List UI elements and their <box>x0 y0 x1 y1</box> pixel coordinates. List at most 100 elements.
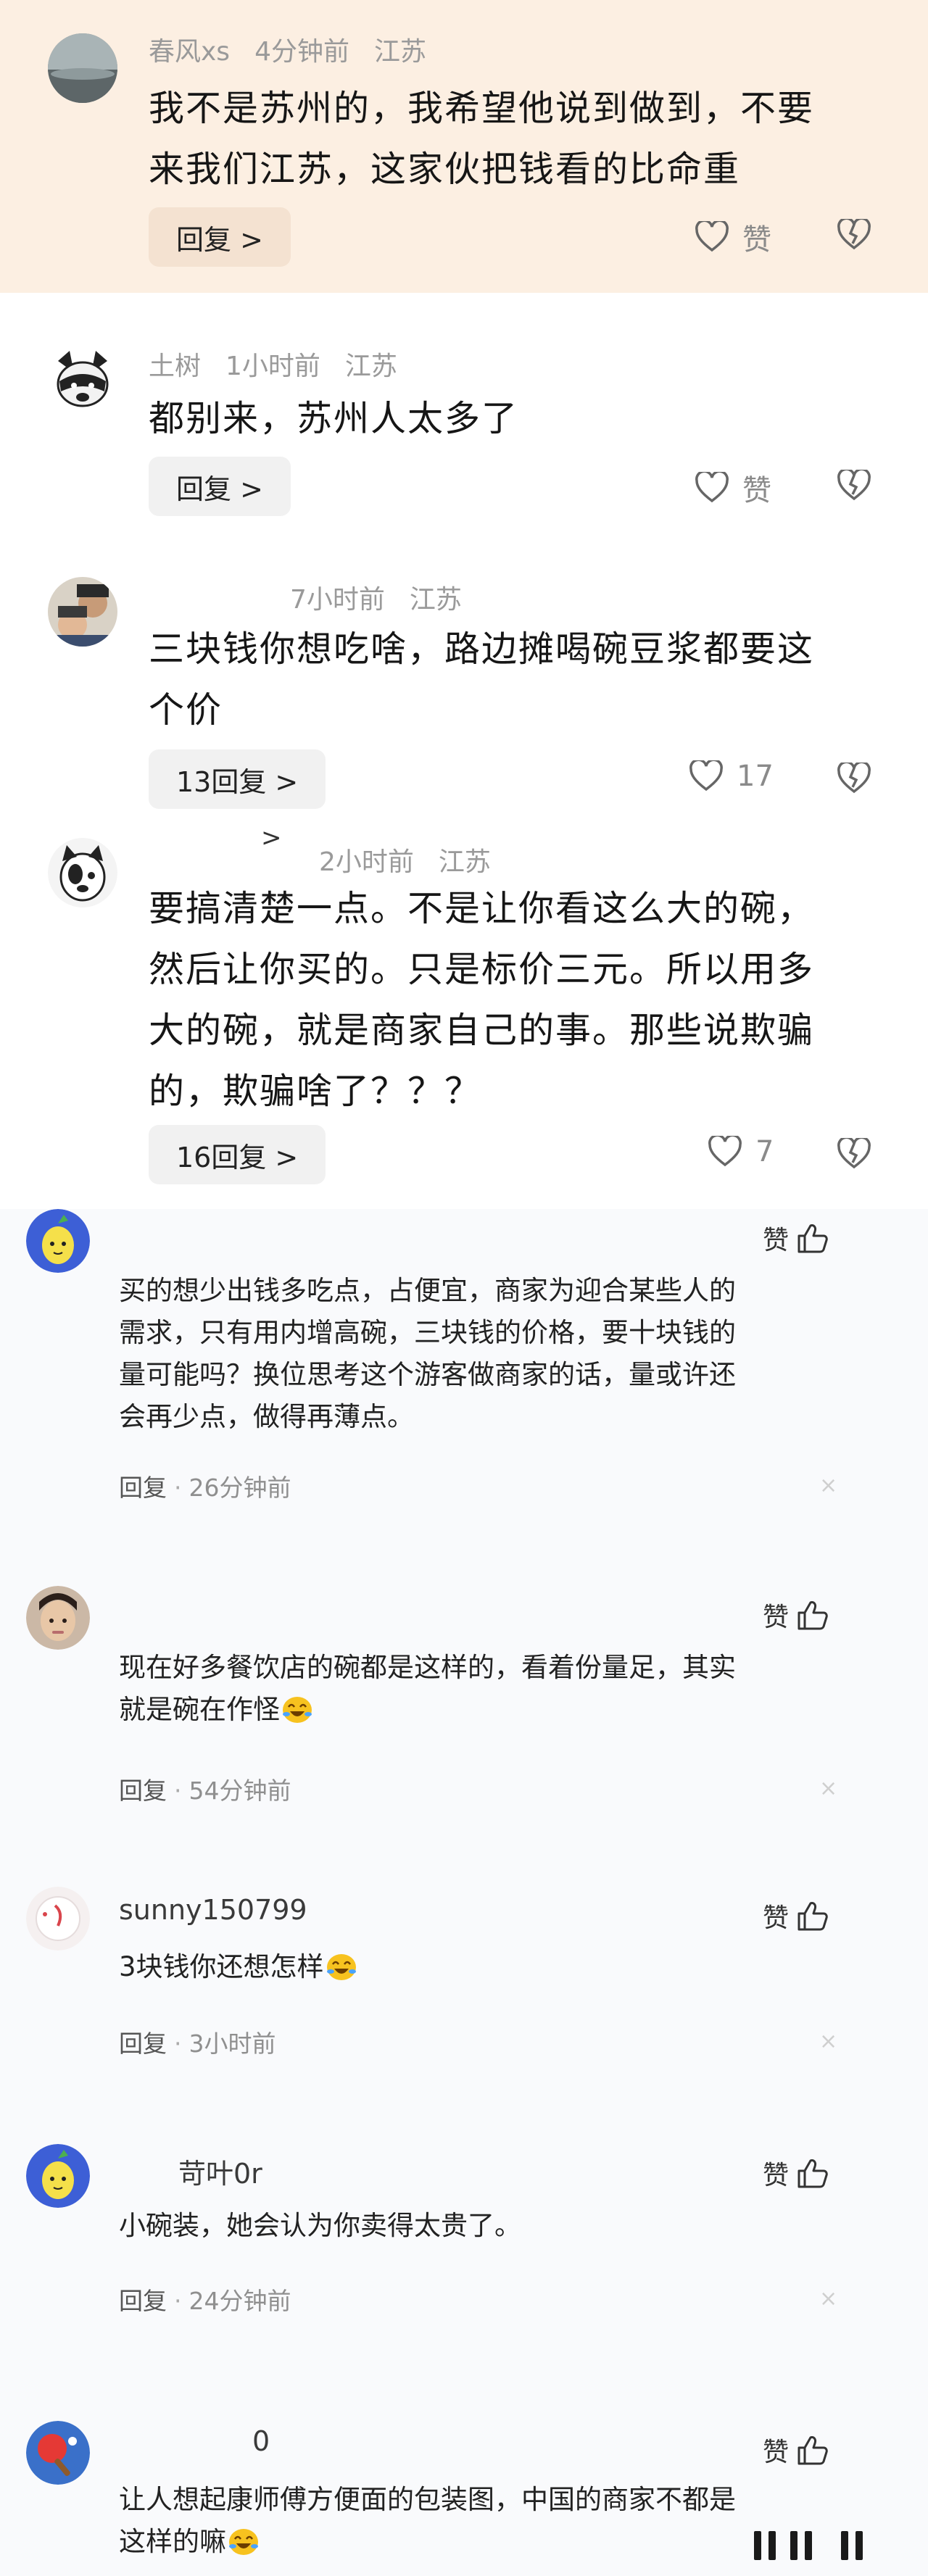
username[interactable]: 0 <box>252 2425 270 2457</box>
avatar[interactable] <box>26 2421 90 2485</box>
comment-item: sunny150799 赞 3块钱你还想怎样 回复 · 3小时前 × <box>0 1887 928 2104</box>
close-icon[interactable]: × <box>819 2286 837 2311</box>
comment-text-line: 来我们江苏，这家伙把钱看的比命重 <box>149 149 741 190</box>
reply-link[interactable]: 回复 <box>119 2029 167 2058</box>
watermark-bar <box>790 2531 798 2560</box>
heart-icon <box>695 472 729 503</box>
timestamp: 26分钟前 <box>188 1474 291 1502</box>
zan-label: 赞 <box>763 2438 790 2467</box>
broken-heart-icon <box>837 1136 871 1169</box>
comment-item: 7小时前 江苏 三块钱你想吃啥，路边摊喝碗豆浆都要这 个价 13回复 > 17 <box>0 548 928 823</box>
reply-link[interactable]: 回复 <box>119 1474 167 1502</box>
zan-label: 赞 <box>763 1903 790 1933</box>
location: 江苏 <box>438 847 491 877</box>
comment-text-line: 会再少点，做得再薄点。 <box>119 1401 414 1432</box>
watermark-bar <box>856 2531 863 2560</box>
zan-button[interactable]: 赞 <box>763 1219 828 1257</box>
replies-button[interactable]: 16回复 > <box>149 1125 326 1184</box>
comment-text: 现在好多餐饮店的碗都是这样的，看着份量足，其实 就是碗在作怪 <box>119 1647 829 1731</box>
reply-link[interactable]: 回复 <box>119 1777 167 1805</box>
comment-text: 买的想少出钱多吃点，占便宜，商家为迎合某些人的 需求，只有用内增高碗，三块钱的价… <box>119 1270 829 1438</box>
comment-item: 赞 现在好多餐饮店的碗都是这样的，看着份量足，其实 就是碗在作怪 回复 · 54分钟… <box>0 1586 928 1825</box>
comment-text-fragment: 这样的嘛 <box>119 2526 226 2557</box>
like-button[interactable]: 赞 <box>695 467 771 509</box>
laughing-emoji-icon <box>229 2529 258 2555</box>
location: 江苏 <box>344 352 397 381</box>
comment-text-line: 大的碗，就是商家自己的事。那些说欺骗 <box>149 1010 815 1051</box>
heart-icon <box>708 1136 742 1167</box>
comment-text-line: 让人想起康师傅方便面的包装图，中国的商家不都是 <box>119 2484 736 2515</box>
comment-text: 小碗装，她会认为你卖得太贵了。 <box>119 2205 829 2247</box>
comment-text-line: 三块钱你想吃啥，路边摊喝碗豆浆都要这 <box>149 628 815 670</box>
timestamp: 1小时前 <box>225 352 320 381</box>
zan-label: 赞 <box>763 1603 790 1632</box>
watermark-bar <box>805 2531 812 2560</box>
reply-row: 回复 · 24分钟前 <box>119 2287 291 2315</box>
comment-text-line: 买的想少出钱多吃点，占便宜，商家为迎合某些人的 <box>119 1275 736 1306</box>
thumbs-up-icon <box>798 1601 828 1630</box>
username[interactable]: 苛叶0r <box>178 2151 262 2191</box>
close-icon[interactable]: × <box>819 1776 837 1801</box>
reply-link[interactable]: 回复 <box>119 2287 167 2315</box>
close-icon[interactable]: × <box>819 2029 837 2054</box>
username[interactable]: sunny150799 <box>119 1894 307 1926</box>
avatar[interactable] <box>26 1887 90 1950</box>
comment-text-line: 量可能吗？换位思考这个游客做商家的话，量或许还 <box>119 1359 736 1390</box>
comment-text-line: 需求，只有用内增高碗，三块钱的价格，要十块钱的 <box>119 1317 736 1348</box>
broken-heart-icon <box>837 760 871 794</box>
comment-item: 土树 1小时前 江苏 都别来，苏州人太多了 回复 > 赞 <box>0 293 928 548</box>
like-button[interactable]: 赞 <box>695 216 771 258</box>
zan-button[interactable]: 赞 <box>763 2431 828 2469</box>
comment-text-line: 3块钱你还想怎样 <box>119 1946 829 1988</box>
comment-text-line: 这样的嘛 <box>119 2521 829 2563</box>
comment-item: 2小时前 江苏 要搞清楚一点。不是让你看这么大的碗， 然后让你买的。只是标价三元。… <box>0 823 928 1209</box>
laughing-emoji-icon <box>283 1697 312 1723</box>
reply-button[interactable]: 回复 > <box>149 207 291 267</box>
dislike-button[interactable] <box>837 760 871 797</box>
avatar[interactable] <box>48 577 117 647</box>
comment-text-line: 就是碗在作怪 <box>119 1689 829 1731</box>
comment-text-line: 的，欺骗啥了？？？ <box>149 1071 482 1112</box>
like-label: 赞 <box>742 474 771 507</box>
broken-heart-icon <box>837 217 871 250</box>
avatar[interactable] <box>48 345 117 415</box>
comment-text: 要搞清楚一点。不是让你看这么大的碗， 然后让你买的。只是标价三元。所以用多 大的… <box>149 878 888 1122</box>
avatar[interactable] <box>26 1209 90 1273</box>
comment-text-line: 要搞清楚一点。不是让你看这么大的碗， <box>149 888 815 929</box>
like-label: 赞 <box>742 223 771 257</box>
zan-label: 赞 <box>763 1226 790 1255</box>
avatar[interactable] <box>26 2144 90 2208</box>
username[interactable]: 春风xs <box>149 37 230 67</box>
like-button[interactable]: 17 <box>689 760 774 793</box>
comment-text-line: 然后让你买的。只是标价三元。所以用多 <box>149 949 815 990</box>
comment-section-top: 春风xs 4分钟前 江苏 我不是苏州的，我希望他说到做到，不要 来我们江苏，这家伙把… <box>0 0 928 1209</box>
comment-section-bottom: 赞 买的想少出钱多吃点，占便宜，商家为迎合某些人的 需求，只有用内增高碗，三块钱… <box>0 1209 928 2576</box>
dislike-button[interactable] <box>837 1136 871 1173</box>
avatar[interactable] <box>48 838 117 907</box>
close-icon[interactable]: × <box>819 1473 837 1498</box>
dislike-button[interactable] <box>837 468 871 504</box>
username[interactable]: 土树 <box>149 352 201 381</box>
location: 江苏 <box>409 585 462 615</box>
zan-button[interactable]: 赞 <box>763 1897 828 1935</box>
timestamp: 2小时前 <box>319 847 414 877</box>
location: 江苏 <box>373 37 426 67</box>
comment-text: 都别来，苏州人太多了 <box>149 389 888 449</box>
broken-heart-icon <box>837 468 871 501</box>
dislike-button[interactable] <box>837 217 871 254</box>
timestamp: 24分钟前 <box>188 2287 291 2315</box>
zan-button[interactable]: 赞 <box>763 2154 828 2192</box>
like-button[interactable]: 7 <box>708 1135 774 1168</box>
comment-item: 赞 买的想少出钱多吃点，占便宜，商家为迎合某些人的 需求，只有用内增高碗，三块钱… <box>0 1209 928 1513</box>
zan-button[interactable]: 赞 <box>763 1596 828 1634</box>
replies-button[interactable]: 13回复 > <box>149 749 326 809</box>
timestamp: 7小时前 <box>290 585 385 615</box>
avatar[interactable] <box>26 1586 90 1650</box>
reply-row: 回复 · 54分钟前 <box>119 1777 291 1805</box>
reply-button[interactable]: 回复 > <box>149 457 291 516</box>
avatar[interactable] <box>48 33 117 103</box>
comment-meta: 土树 1小时前 江苏 <box>149 345 422 383</box>
thumbs-up-icon <box>798 2159 828 2188</box>
heart-icon <box>695 221 729 252</box>
like-count: 7 <box>755 1135 774 1168</box>
